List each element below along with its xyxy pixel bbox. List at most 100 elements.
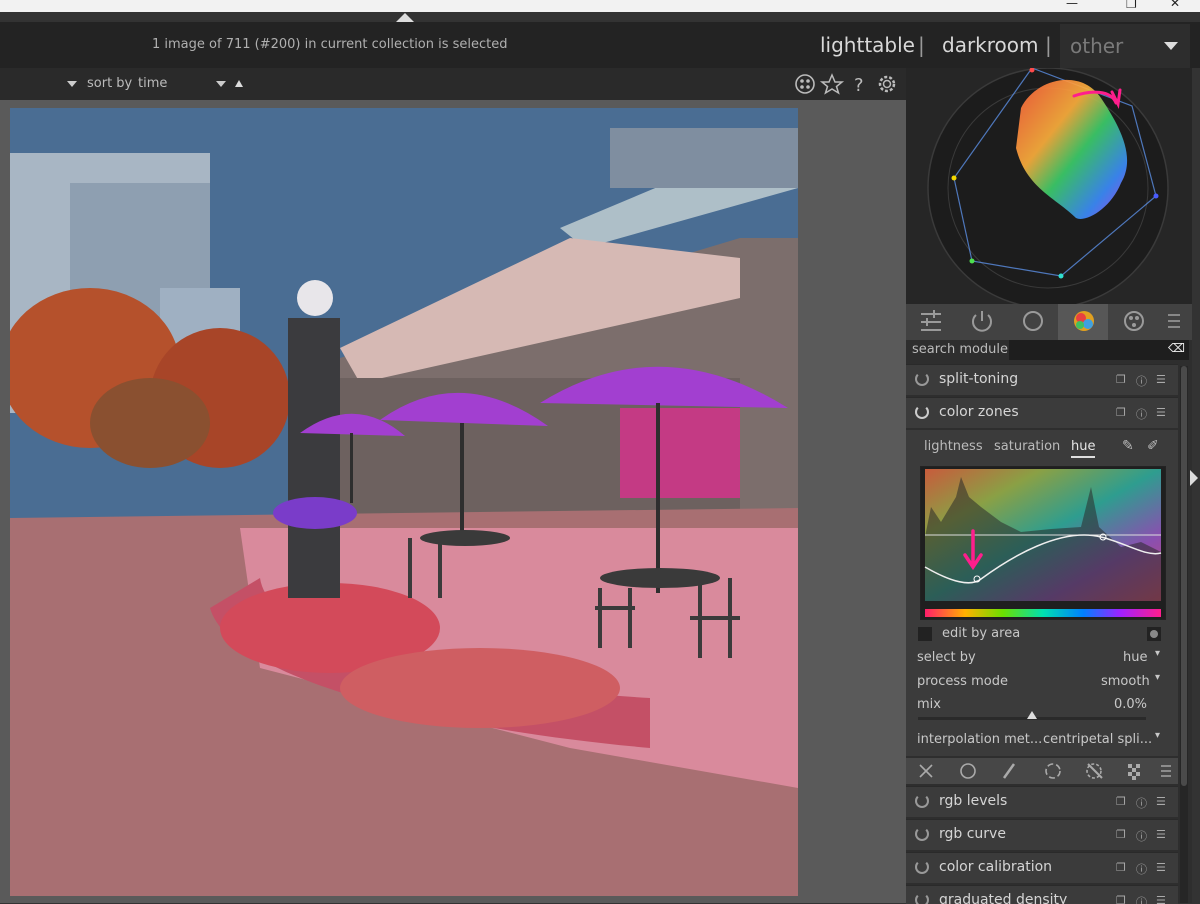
hue-curve-graph[interactable] xyxy=(920,466,1166,620)
close-icon[interactable]: ✕ xyxy=(1170,0,1180,10)
scrollbar-thumb[interactable] xyxy=(1181,366,1187,786)
module-menu-icon[interactable]: ☰ xyxy=(1156,373,1166,386)
star-icon[interactable] xyxy=(819,73,845,95)
palette-icon[interactable] xyxy=(1124,311,1144,331)
edited-photo[interactable] xyxy=(10,108,798,896)
power-icon[interactable] xyxy=(915,794,929,808)
power-icon[interactable] xyxy=(915,827,929,841)
filter-bar: sort by time xyxy=(0,68,906,100)
module-menu-icon[interactable]: ☰ xyxy=(1156,406,1166,419)
tab-icons xyxy=(921,304,1180,340)
picker-icon[interactable]: ✎ xyxy=(1122,438,1134,454)
view-other-dropdown[interactable]: other xyxy=(1060,24,1190,68)
grouping-icon[interactable] xyxy=(795,74,815,94)
restore-icon[interactable]: ❐ xyxy=(1126,0,1137,11)
power-icon[interactable] xyxy=(915,405,929,419)
presets-icon[interactable]: ❐ xyxy=(1116,373,1126,386)
tab-hue[interactable]: hue xyxy=(1071,439,1096,458)
module-menu-icon[interactable]: ☰ xyxy=(1156,828,1166,841)
reset-icon[interactable]: ⓘ xyxy=(1136,373,1147,389)
chevron-down-icon xyxy=(1164,42,1178,50)
view-darkroom[interactable]: darkroom xyxy=(942,33,1039,57)
filter-dropdown-icon[interactable] xyxy=(67,81,77,87)
clear-search-icon[interactable]: ⌫ xyxy=(1168,341,1185,355)
presets-icon[interactable]: ❐ xyxy=(1116,406,1126,419)
reset-icon[interactable]: ⓘ xyxy=(1136,795,1147,811)
module-color-calibration[interactable]: color calibration ❐ ⓘ ☰ xyxy=(906,852,1178,883)
drawn-parametric-icon[interactable] xyxy=(1086,763,1103,779)
picker-set-icon[interactable]: ✐ xyxy=(1147,438,1159,454)
selection-status: 1 image of 711 (#200) in current collect… xyxy=(152,37,508,52)
tab-lightness[interactable]: lightness xyxy=(924,439,983,454)
module-rgb-curve[interactable]: rgb curve ❐ ⓘ ☰ xyxy=(906,819,1178,850)
mix-label: mix xyxy=(917,697,941,712)
view-other: other xyxy=(1070,34,1124,58)
sort-dropdown-icon[interactable] xyxy=(216,81,226,87)
process-mode-value[interactable]: smooth xyxy=(1101,674,1150,689)
raster-mask-icon[interactable] xyxy=(1128,764,1140,780)
sort-order-icon[interactable] xyxy=(235,80,243,87)
select-by-value[interactable]: hue xyxy=(1123,650,1147,665)
sort-value[interactable]: time xyxy=(138,76,167,91)
parametric-mask-icon[interactable] xyxy=(1045,763,1061,779)
module-name: color zones xyxy=(939,404,1019,420)
module-rgb-levels[interactable]: rgb levels ❐ ⓘ ☰ xyxy=(906,786,1178,817)
module-split-toning[interactable]: split-toning ❐ ⓘ ☰ xyxy=(906,364,1178,395)
mix-slider-thumb[interactable] xyxy=(1027,711,1037,719)
interpolation-value[interactable]: centripetal spli... xyxy=(1043,732,1152,747)
vectorscope xyxy=(906,67,1192,309)
settings-icon[interactable] xyxy=(878,75,896,93)
reset-icon[interactable]: ⓘ xyxy=(1136,828,1147,844)
power-icon[interactable] xyxy=(915,860,929,874)
module-name: rgb curve xyxy=(939,826,1006,842)
presets-icon[interactable]: ❐ xyxy=(1116,828,1126,841)
module-color-zones[interactable]: color zones ❐ ⓘ ☰ xyxy=(906,397,1178,428)
sliders-icon[interactable] xyxy=(921,310,941,331)
color-zones-body: lightness saturation hue ✎ ✐ edit by are… xyxy=(906,430,1178,756)
menu-icon[interactable] xyxy=(1161,765,1171,777)
drawn-mask-icon[interactable] xyxy=(1002,763,1016,779)
view-separator: | xyxy=(1045,33,1052,57)
mix-slider[interactable] xyxy=(918,711,1146,720)
color-icon[interactable] xyxy=(1074,311,1094,331)
search-module-input[interactable] xyxy=(1009,340,1189,360)
module-graduated-density[interactable]: graduated density ❐ ⓘ ☰ xyxy=(906,885,1178,904)
uniform-icon[interactable] xyxy=(960,763,976,779)
edit-by-area-label: edit by area xyxy=(942,626,1021,641)
presets-icon[interactable]: ❐ xyxy=(1116,795,1126,808)
off-icon[interactable] xyxy=(919,764,933,778)
module-menu-icon[interactable]: ☰ xyxy=(1156,861,1166,874)
menu-icon[interactable] xyxy=(1168,314,1180,328)
presets-icon[interactable]: ❐ xyxy=(1116,861,1126,874)
mix-value: 0.0% xyxy=(1114,697,1148,712)
module-menu-icon[interactable]: ☰ xyxy=(1156,795,1166,808)
process-mode-label: process mode xyxy=(917,674,1008,689)
power-icon[interactable] xyxy=(915,372,929,386)
svg-text:?: ? xyxy=(854,75,864,96)
process-mode-chevron-icon[interactable]: ▾ xyxy=(1155,672,1160,683)
help-icon[interactable]: ? xyxy=(854,75,864,96)
select-by-chevron-icon[interactable]: ▾ xyxy=(1155,648,1160,659)
select-by-label: select by xyxy=(917,650,976,665)
blend-icons xyxy=(919,763,1171,780)
window-titlebar: — ❐ ✕ xyxy=(0,0,1200,12)
hue-curve-plot xyxy=(924,469,1162,617)
power-icon[interactable] xyxy=(915,893,929,904)
vectorscope-plot xyxy=(927,67,1169,309)
view-lighttable[interactable]: lighttable xyxy=(820,33,915,57)
circle-icon[interactable] xyxy=(1023,311,1043,331)
right-panel-toggle-icon[interactable] xyxy=(1190,470,1198,486)
module-name: rgb levels xyxy=(939,793,1008,809)
tab-saturation[interactable]: saturation xyxy=(994,439,1060,454)
reset-icon[interactable]: ⓘ xyxy=(1136,861,1147,877)
power-icon[interactable] xyxy=(972,311,992,332)
panel-scrollbar[interactable] xyxy=(1180,366,1188,903)
interpolation-chevron-icon[interactable]: ▾ xyxy=(1155,730,1160,741)
edit-by-area-checkbox[interactable] xyxy=(918,627,932,641)
blend-mode-icons xyxy=(906,758,1178,784)
edit-mask-toggle[interactable] xyxy=(1147,627,1161,641)
reset-icon[interactable]: ⓘ xyxy=(1136,406,1147,422)
filterbar-icons: ? xyxy=(795,73,896,96)
top-panel-toggle-icon[interactable] xyxy=(396,13,414,22)
minimize-icon[interactable]: — xyxy=(1066,0,1078,10)
